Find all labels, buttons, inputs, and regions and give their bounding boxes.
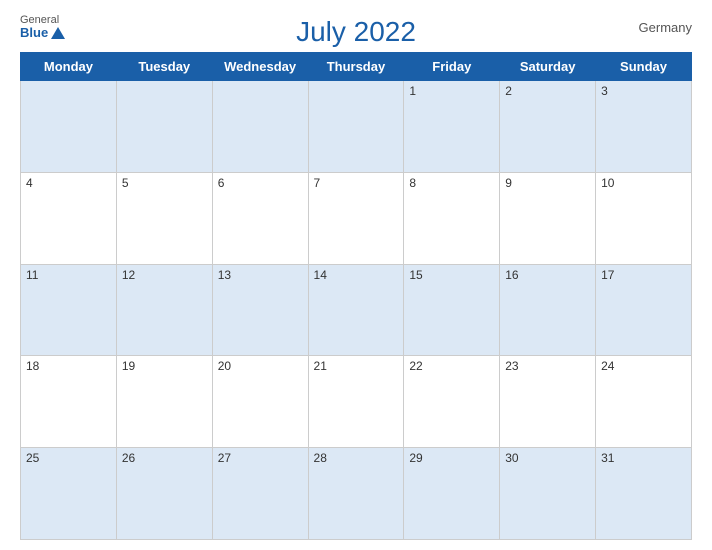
day-number: 20 bbox=[218, 359, 231, 373]
day-number: 10 bbox=[601, 176, 614, 190]
week-row-1: 1 2 3 bbox=[21, 81, 692, 173]
day-number: 1 bbox=[409, 84, 416, 98]
day-number: 9 bbox=[505, 176, 512, 190]
day-number: 30 bbox=[505, 451, 518, 465]
page-title: July 2022 bbox=[296, 16, 416, 48]
day-number: 29 bbox=[409, 451, 422, 465]
day-number: 23 bbox=[505, 359, 518, 373]
calendar-cell: 23 bbox=[500, 356, 596, 448]
logo: General Blue bbox=[20, 14, 65, 40]
calendar-cell: 17 bbox=[596, 264, 692, 356]
day-number: 15 bbox=[409, 268, 422, 282]
calendar-cell: 25 bbox=[21, 448, 117, 540]
day-number: 7 bbox=[314, 176, 321, 190]
calendar-cell bbox=[212, 81, 308, 173]
day-number: 17 bbox=[601, 268, 614, 282]
week-row-2: 4 5 6 7 8 9 10 bbox=[21, 172, 692, 264]
day-number: 2 bbox=[505, 84, 512, 98]
day-number: 24 bbox=[601, 359, 614, 373]
calendar-cell: 13 bbox=[212, 264, 308, 356]
weekday-header-tuesday: Tuesday bbox=[116, 53, 212, 81]
day-number: 13 bbox=[218, 268, 231, 282]
day-number: 25 bbox=[26, 451, 39, 465]
weekday-header-monday: Monday bbox=[21, 53, 117, 81]
calendar-cell: 15 bbox=[404, 264, 500, 356]
logo-triangle-icon bbox=[51, 27, 65, 39]
day-number: 5 bbox=[122, 176, 129, 190]
calendar-cell: 11 bbox=[21, 264, 117, 356]
calendar-header: General Blue July 2022 Germany bbox=[20, 10, 692, 48]
day-number: 11 bbox=[26, 268, 38, 282]
calendar-cell: 29 bbox=[404, 448, 500, 540]
day-number: 31 bbox=[601, 451, 614, 465]
calendar-cell: 10 bbox=[596, 172, 692, 264]
calendar-cell: 21 bbox=[308, 356, 404, 448]
day-number: 27 bbox=[218, 451, 231, 465]
week-row-4: 18 19 20 21 22 23 24 bbox=[21, 356, 692, 448]
calendar-cell: 28 bbox=[308, 448, 404, 540]
calendar-table: MondayTuesdayWednesdayThursdayFridaySatu… bbox=[20, 52, 692, 540]
calendar-cell: 18 bbox=[21, 356, 117, 448]
calendar-cell: 12 bbox=[116, 264, 212, 356]
week-row-3: 11 12 13 14 15 16 17 bbox=[21, 264, 692, 356]
day-number: 14 bbox=[314, 268, 327, 282]
calendar-cell: 9 bbox=[500, 172, 596, 264]
day-number: 18 bbox=[26, 359, 39, 373]
day-number: 21 bbox=[314, 359, 327, 373]
calendar-cell bbox=[308, 81, 404, 173]
logo-blue-text: Blue bbox=[20, 26, 65, 40]
calendar-cell bbox=[21, 81, 117, 173]
calendar-cell: 7 bbox=[308, 172, 404, 264]
calendar-cell: 24 bbox=[596, 356, 692, 448]
calendar-cell: 1 bbox=[404, 81, 500, 173]
calendar-cell: 14 bbox=[308, 264, 404, 356]
day-number: 16 bbox=[505, 268, 518, 282]
calendar-cell: 6 bbox=[212, 172, 308, 264]
calendar-cell: 16 bbox=[500, 264, 596, 356]
calendar-cell: 3 bbox=[596, 81, 692, 173]
calendar-cell: 8 bbox=[404, 172, 500, 264]
weekday-header-saturday: Saturday bbox=[500, 53, 596, 81]
day-number: 22 bbox=[409, 359, 422, 373]
weekday-header-friday: Friday bbox=[404, 53, 500, 81]
day-number: 12 bbox=[122, 268, 135, 282]
calendar-cell: 31 bbox=[596, 448, 692, 540]
calendar-cell: 2 bbox=[500, 81, 596, 173]
calendar-cell: 26 bbox=[116, 448, 212, 540]
day-number: 28 bbox=[314, 451, 327, 465]
day-number: 4 bbox=[26, 176, 33, 190]
day-number: 8 bbox=[409, 176, 416, 190]
calendar-cell: 19 bbox=[116, 356, 212, 448]
weekday-header-wednesday: Wednesday bbox=[212, 53, 308, 81]
calendar-cell: 20 bbox=[212, 356, 308, 448]
day-number: 26 bbox=[122, 451, 135, 465]
calendar-cell: 5 bbox=[116, 172, 212, 264]
calendar-cell: 4 bbox=[21, 172, 117, 264]
weekday-header-sunday: Sunday bbox=[596, 53, 692, 81]
weekday-header-thursday: Thursday bbox=[308, 53, 404, 81]
calendar-cell: 27 bbox=[212, 448, 308, 540]
country-label: Germany bbox=[639, 20, 692, 35]
calendar-cell: 22 bbox=[404, 356, 500, 448]
calendar-cell bbox=[116, 81, 212, 173]
calendar-cell: 30 bbox=[500, 448, 596, 540]
week-row-5: 25 26 27 28 29 30 31 bbox=[21, 448, 692, 540]
day-number: 19 bbox=[122, 359, 135, 373]
day-number: 3 bbox=[601, 84, 608, 98]
header-row: MondayTuesdayWednesdayThursdayFridaySatu… bbox=[21, 53, 692, 81]
day-number: 6 bbox=[218, 176, 225, 190]
